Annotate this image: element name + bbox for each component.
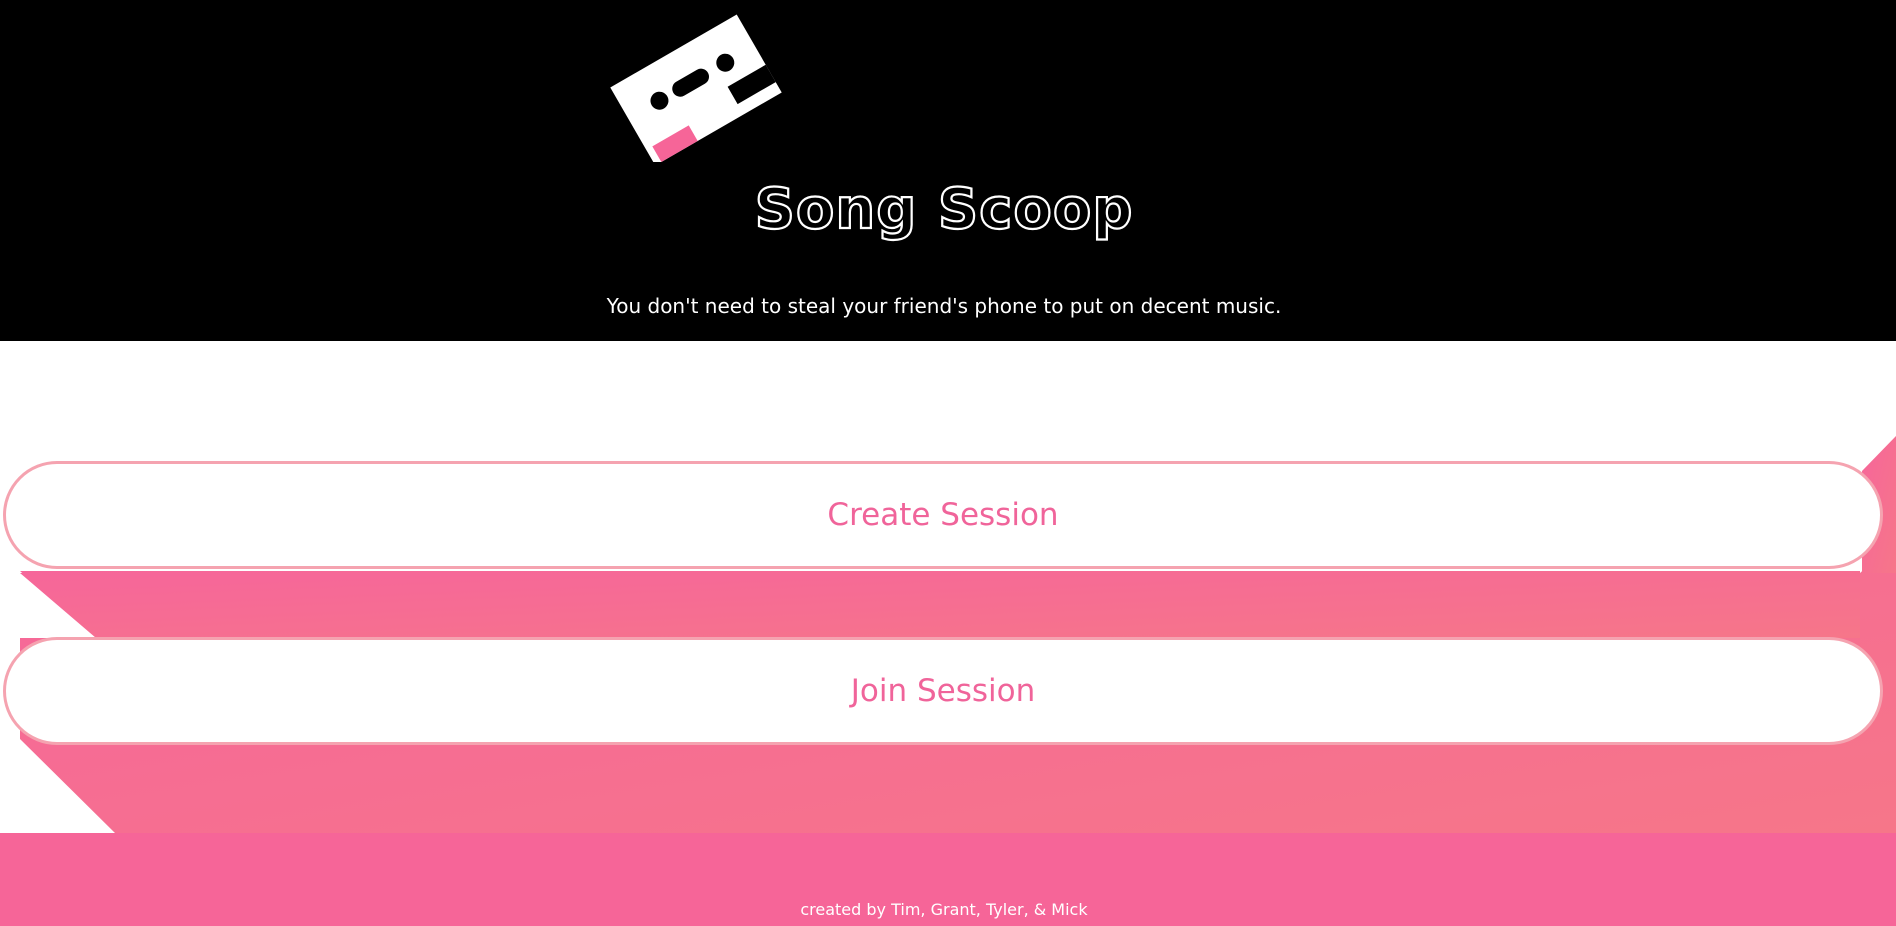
- app-title: Song Scoop: [753, 177, 1134, 242]
- header: Song Scoop You don't need to steal your …: [0, 0, 1896, 341]
- credits-text: created by Tim, Grant, Tyler, & Mick: [800, 900, 1088, 919]
- cassette-tape-icon: [608, 12, 788, 166]
- footer: created by Tim, Grant, Tyler, & Mick: [0, 833, 1896, 926]
- tagline: You don't need to steal your friend's ph…: [606, 294, 1282, 318]
- create-session-button[interactable]: Create Session: [3, 461, 1883, 569]
- button-shadow: [20, 436, 1896, 833]
- main-actions: Create Session Join Session: [0, 341, 1896, 833]
- join-session-button[interactable]: Join Session: [3, 637, 1883, 745]
